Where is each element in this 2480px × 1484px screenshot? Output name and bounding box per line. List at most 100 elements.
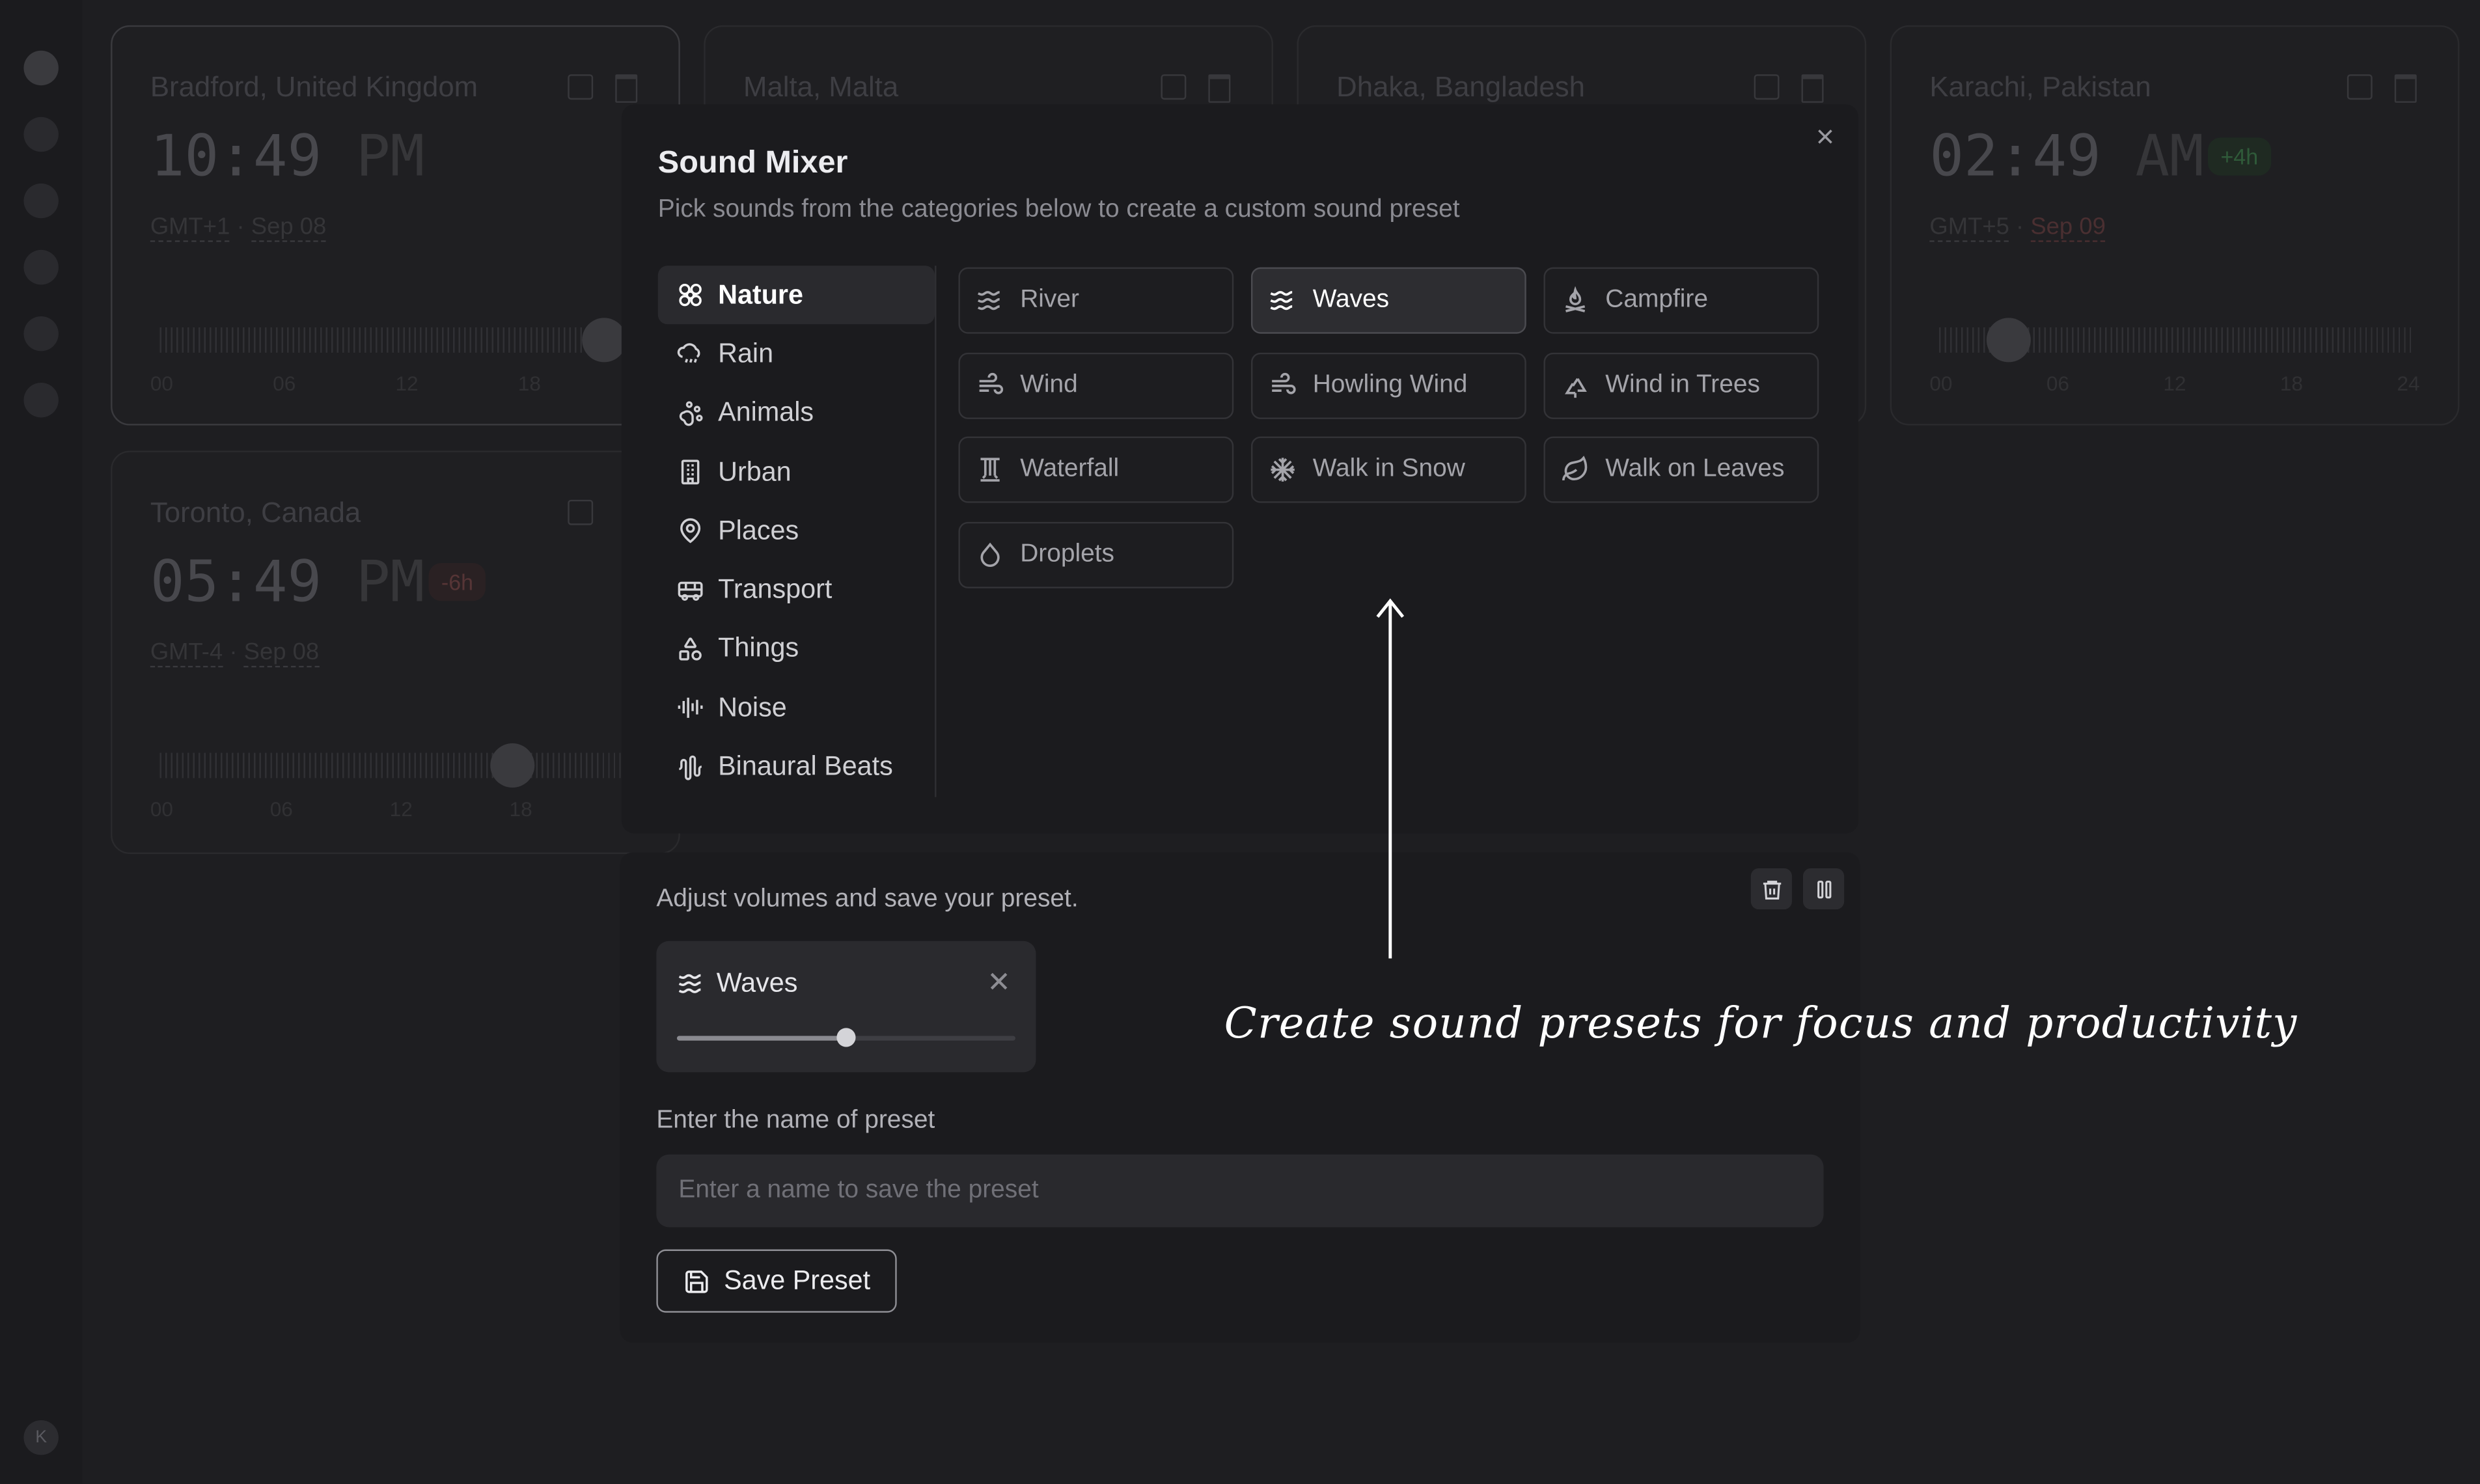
trash-icon[interactable] [2394,74,2417,103]
category-binaural-beats[interactable]: Binaural Beats [658,737,935,797]
timeline-hours: 00 06 12 18 24 [1929,372,2420,396]
remove-sound-icon[interactable]: ✕ [987,967,1011,1000]
nav-home-icon[interactable] [23,117,59,152]
card-city: Toronto, Canada [150,496,361,529]
category-label: Things [718,633,799,664]
card-meta: GMT+1 · Sep 08 [150,213,327,242]
edit-icon[interactable] [1161,74,1187,100]
sound-campfire-button[interactable]: Campfire [1543,267,1819,334]
audio-lines-icon [678,698,703,719]
wind-icon [1272,372,1296,394]
waterfall-icon [980,458,1000,482]
trash-icon[interactable] [1801,74,1824,103]
building-icon [681,460,700,485]
trash-icon[interactable] [615,74,638,103]
save-preset-label: Save Preset [724,1265,871,1296]
sound-walk-in-snow-button[interactable]: Walk in Snow [1250,436,1526,503]
card-meta: GMT-4 · Sep 08 [150,639,320,668]
paw-icon [679,400,703,426]
promo-caption: Create sound presets for focus and produ… [1224,999,2298,1049]
nav-calendar-icon[interactable] [23,183,59,219]
app-stage: K Bradford, United Kingdom 10:49 PM GMT+… [0,0,2480,1484]
audio-waveform-icon [679,754,702,780]
category-urban[interactable]: Urban [658,443,935,502]
timeline-handle[interactable] [582,318,627,363]
waves-icon [1270,291,1293,310]
wind-icon [979,372,1004,394]
modal-subtitle: Pick sounds from the categories below to… [657,196,1460,223]
card-city: Karachi, Pakistan [1929,71,2151,103]
pause-icon [1816,879,1831,898]
app-sidebar: K [0,0,83,1484]
category-animals[interactable]: Animals [658,383,935,443]
delete-preset-button[interactable] [1750,868,1792,910]
flower-icon [679,284,702,307]
timeline-hours: 00 06 12 18 [150,372,541,396]
timeline-hours: 000612182 [150,797,641,821]
save-icon [685,1269,708,1293]
user-avatar[interactable]: K [23,1420,59,1455]
flame-icon [1565,286,1586,312]
trash-icon [1762,879,1781,899]
clock-card-bradford[interactable]: Bradford, United Kingdom 10:49 PM GMT+1 … [111,25,680,426]
card-time: 05:49 PM [150,550,425,616]
sound-waterfall-button[interactable]: Waterfall [958,436,1234,503]
time-diff-badge: -6h [428,563,486,601]
sound-wind-button[interactable]: Wind [958,352,1234,419]
clock-card-karachi[interactable]: Karachi, Pakistan 02:49 AM +4h GMT+5 · S… [1890,25,2460,426]
edit-icon[interactable] [2347,74,2373,100]
sound-river-button[interactable]: River [958,267,1234,334]
pause-button[interactable] [1802,868,1845,910]
edit-icon[interactable] [568,74,594,100]
edit-icon[interactable] [1754,74,1780,100]
volume-slider-thumb[interactable] [836,1028,856,1047]
category-label: Animals [718,397,814,428]
close-icon[interactable]: × [1810,122,1841,154]
timeline-handle[interactable] [490,743,535,788]
sound-waves-button[interactable]: Waves [1250,267,1526,334]
edit-icon[interactable] [568,499,594,525]
timeline-ticks [159,752,635,778]
card-city: Bradford, United Kingdom [150,71,478,103]
clock-card-toronto[interactable]: Toronto, Canada 05:49 PM -6h GMT-4 · Sep… [111,450,680,855]
app-logo-icon [23,50,59,86]
category-noise[interactable]: Noise [658,679,935,738]
category-transport[interactable]: Transport [658,560,935,620]
sound-label: Walk on Leaves [1605,455,1785,483]
sound-label: Walk in Snow [1312,455,1465,483]
timeline-handle[interactable] [1986,318,2031,363]
sound-label: Droplets [1020,540,1114,568]
category-rain[interactable]: Rain [658,325,935,384]
category-label: Rain [718,338,774,368]
sound-label: Howling Wind [1312,372,1468,399]
card-city: Dhaka, Bangladesh [1336,71,1585,103]
card-city: Malta, Malta [743,71,899,103]
save-preset-button[interactable]: Save Preset [656,1249,897,1313]
waves-icon [978,291,1000,310]
preset-name-label: Enter the name of preset [656,1106,935,1134]
sound-walk-on-leaves-button[interactable]: Walk on Leaves [1543,436,1819,503]
sound-droplets-button[interactable]: Droplets [958,521,1234,588]
category-places[interactable]: Places [658,502,935,561]
nav-timer-icon[interactable] [23,249,59,285]
category-nature[interactable]: Nature [657,266,935,325]
bus-icon [678,581,703,601]
sound-howling-wind-button[interactable]: Howling Wind [1250,352,1526,419]
category-label: Nature [718,279,803,310]
sound-wind-in-trees-button[interactable]: Wind in Trees [1543,352,1819,419]
arrow-up-icon [1376,598,1405,959]
cloud-rain-icon [677,344,700,364]
trash-icon[interactable] [1208,74,1231,103]
card-meta: GMT+5 · Sep 09 [1929,213,2106,242]
preset-name-input[interactable] [656,1154,1824,1228]
preset-instruction: Adjust volumes and save your preset. [656,885,1079,913]
category-list: Nature Rain Animals Urban Places Transpo… [657,266,937,797]
category-things[interactable]: Things [658,620,935,679]
category-label: Noise [718,692,787,722]
category-label: Urban [718,456,792,487]
sound-label: River [1020,286,1079,314]
nav-bell-icon[interactable] [23,316,59,351]
sound-label: Wind [1020,372,1078,399]
nav-clock-icon[interactable] [23,383,59,418]
sound-label: Waterfall [1020,455,1120,483]
